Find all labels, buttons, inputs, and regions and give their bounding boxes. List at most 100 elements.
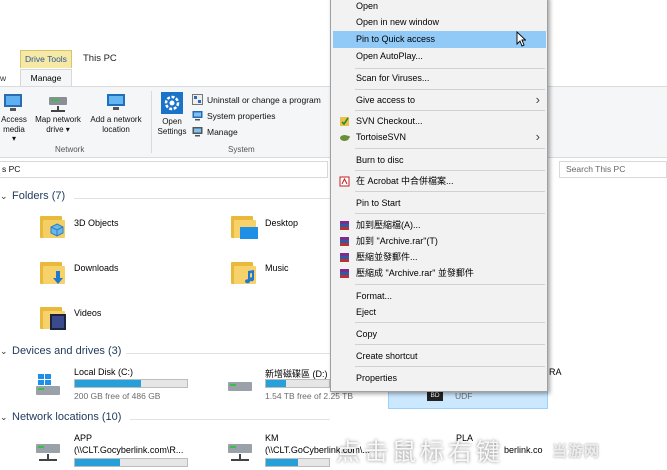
add-network-location-button[interactable]: Add a network location: [86, 91, 146, 134]
folder-icon-music[interactable]: [231, 259, 259, 285]
menu-separator: [355, 284, 545, 285]
add-location-label-2: location: [102, 124, 130, 134]
map-network-drive-button[interactable]: Map network drive ▾: [31, 91, 85, 134]
network-drive-icon: [36, 444, 60, 461]
computer-manage-icon: [192, 127, 203, 137]
watermark-caption: 点击鼠标右键: [336, 438, 504, 466]
divider: [126, 353, 330, 354]
search-input[interactable]: Search This PC: [559, 161, 667, 178]
tab-manage[interactable]: Manage: [20, 69, 72, 86]
section-header-folders[interactable]: ⌄ Folders (7): [0, 190, 65, 202]
menu-item-open[interactable]: Open: [333, 0, 546, 15]
menu-item-label: 在 Acrobat 中合併檔案...: [356, 176, 454, 186]
folder-icon-3d-objects[interactable]: [40, 213, 68, 239]
menu-item-tortoisesvn[interactable]: TortoiseSVN: [333, 129, 546, 146]
menu-separator: [355, 344, 545, 345]
manage-label: Manage: [207, 126, 238, 137]
folder-label[interactable]: Videos: [74, 308, 101, 318]
menu-item-eject[interactable]: Eject: [333, 304, 546, 321]
folder-label[interactable]: 3D Objects: [74, 218, 119, 228]
network-location-path: (\\CLT.Gocyberlink.com\R...: [74, 445, 184, 455]
menu-item-copy[interactable]: Copy: [333, 326, 546, 343]
group-label-network: Network: [55, 145, 85, 154]
menu-item-acrobat-merge[interactable]: 在 Acrobat 中合併檔案...: [333, 173, 546, 190]
drive-usage-bar: [265, 379, 330, 388]
menu-item-scan-viruses[interactable]: Scan for Viruses...: [333, 70, 546, 87]
menu-item-add-archive-rar[interactable]: 加到 "Archive.rar"(T): [333, 233, 546, 250]
system-properties-button[interactable]: System properties: [192, 110, 276, 121]
menu-item-pin-start[interactable]: Pin to Start: [333, 195, 546, 212]
menu-separator: [355, 213, 545, 214]
menu-item-svn-checkout[interactable]: SVN Checkout...: [333, 113, 546, 130]
menu-item-properties[interactable]: Properties: [333, 370, 546, 387]
menu-item-label: 壓縮並發郵件...: [356, 252, 418, 262]
open-settings-button[interactable]: Open Settings: [155, 91, 189, 136]
chevron-down-icon: ⌄: [0, 345, 8, 356]
menu-item-open-autoplay[interactable]: Open AutoPlay...: [333, 48, 546, 65]
access-media-label-2: media ▾: [3, 124, 25, 144]
winrar-icon: [340, 221, 349, 230]
network-drive-icon: [228, 444, 252, 461]
menu-item-create-shortcut[interactable]: Create shortcut: [333, 348, 546, 365]
drive-usage-bar: [74, 379, 188, 388]
drive-free-space: 1.54 TB free of 2.25 TB: [265, 391, 354, 401]
tab-drive-tools[interactable]: Drive Tools: [20, 50, 72, 68]
section-header-devices[interactable]: ⌄ Devices and drives (3): [0, 345, 121, 357]
uninstall-program-button[interactable]: Uninstall or change a program: [192, 94, 321, 105]
menu-separator: [355, 170, 545, 171]
menu-item-label: 加到 "Archive.rar"(T): [356, 236, 438, 246]
network-location-name: KM: [265, 433, 279, 443]
drive-usage-fill: [75, 380, 142, 387]
menu-item-label: TortoiseSVN: [356, 132, 407, 142]
address-bar[interactable]: s PC: [0, 161, 328, 178]
menu-item-format[interactable]: Format...: [333, 288, 546, 305]
menu-separator: [355, 148, 545, 149]
menu-item-add-archive[interactable]: 加到壓縮檔(A)...: [333, 217, 546, 234]
map-drive-label-1: Map network: [35, 115, 81, 124]
winrar-icon: [340, 253, 349, 262]
menu-item-label: 加到壓縮檔(A)...: [356, 220, 421, 230]
programs-icon: [192, 94, 203, 105]
tab-view[interactable]: w: [0, 73, 6, 83]
menu-item-open-new-window[interactable]: Open in new window: [333, 14, 546, 31]
network-drive-icon: [49, 97, 67, 112]
network-location-path: berlink.co: [504, 445, 543, 455]
music-note-icon: [245, 270, 255, 284]
menu-item-pin-quick-access[interactable]: Pin to Quick access: [333, 31, 546, 48]
folder-label[interactable]: Desktop: [265, 218, 298, 228]
section-title-network: Network locations (10): [12, 411, 122, 423]
menu-separator: [355, 110, 545, 111]
folder-icon-desktop[interactable]: [231, 213, 259, 239]
menu-item-give-access[interactable]: Give access to: [333, 92, 546, 109]
properties-icon: [192, 111, 203, 121]
menu-item-compress-email[interactable]: 壓縮並發郵件...: [333, 249, 546, 266]
access-media-button[interactable]: Access media ▾: [0, 91, 28, 144]
drive-usage-bar: [74, 458, 188, 467]
drive-usage-fill: [266, 380, 287, 387]
network-location-name: APP: [74, 433, 93, 443]
svn-checkout-icon: [340, 117, 349, 126]
drive-free-space: 200 GB free of 486 GB: [74, 391, 161, 401]
folder-label[interactable]: Music: [265, 263, 289, 273]
context-menu: Open Open in new window Pin to Quick acc…: [330, 0, 548, 392]
section-header-network[interactable]: ⌄ Network locations (10): [0, 411, 121, 423]
section-title-devices: Devices and drives (3): [12, 345, 122, 357]
winrar-icon: [340, 237, 349, 246]
folder-icon-videos[interactable]: [40, 304, 68, 330]
menu-item-burn-disc[interactable]: Burn to disc: [333, 152, 546, 169]
menu-separator: [355, 68, 545, 69]
system-properties-label: System properties: [207, 110, 276, 121]
menu-separator: [355, 191, 545, 192]
drive-usage-bar: [265, 458, 330, 467]
folder-icon-downloads[interactable]: [40, 259, 68, 285]
download-arrow-icon: [53, 271, 63, 284]
cube-icon: [50, 223, 64, 237]
open-settings-label-2: Settings: [157, 126, 187, 136]
open-settings-label-1: Open: [162, 117, 182, 126]
hard-drive-icon: [228, 382, 252, 391]
folder-label[interactable]: Downloads: [74, 263, 119, 273]
drive-name: Local Disk (C:): [74, 367, 134, 377]
menu-item-compress-rar-email[interactable]: 壓縮成 "Archive.rar" 並發郵件: [333, 265, 546, 282]
acrobat-icon: [339, 176, 350, 187]
manage-button[interactable]: Manage: [192, 126, 238, 137]
